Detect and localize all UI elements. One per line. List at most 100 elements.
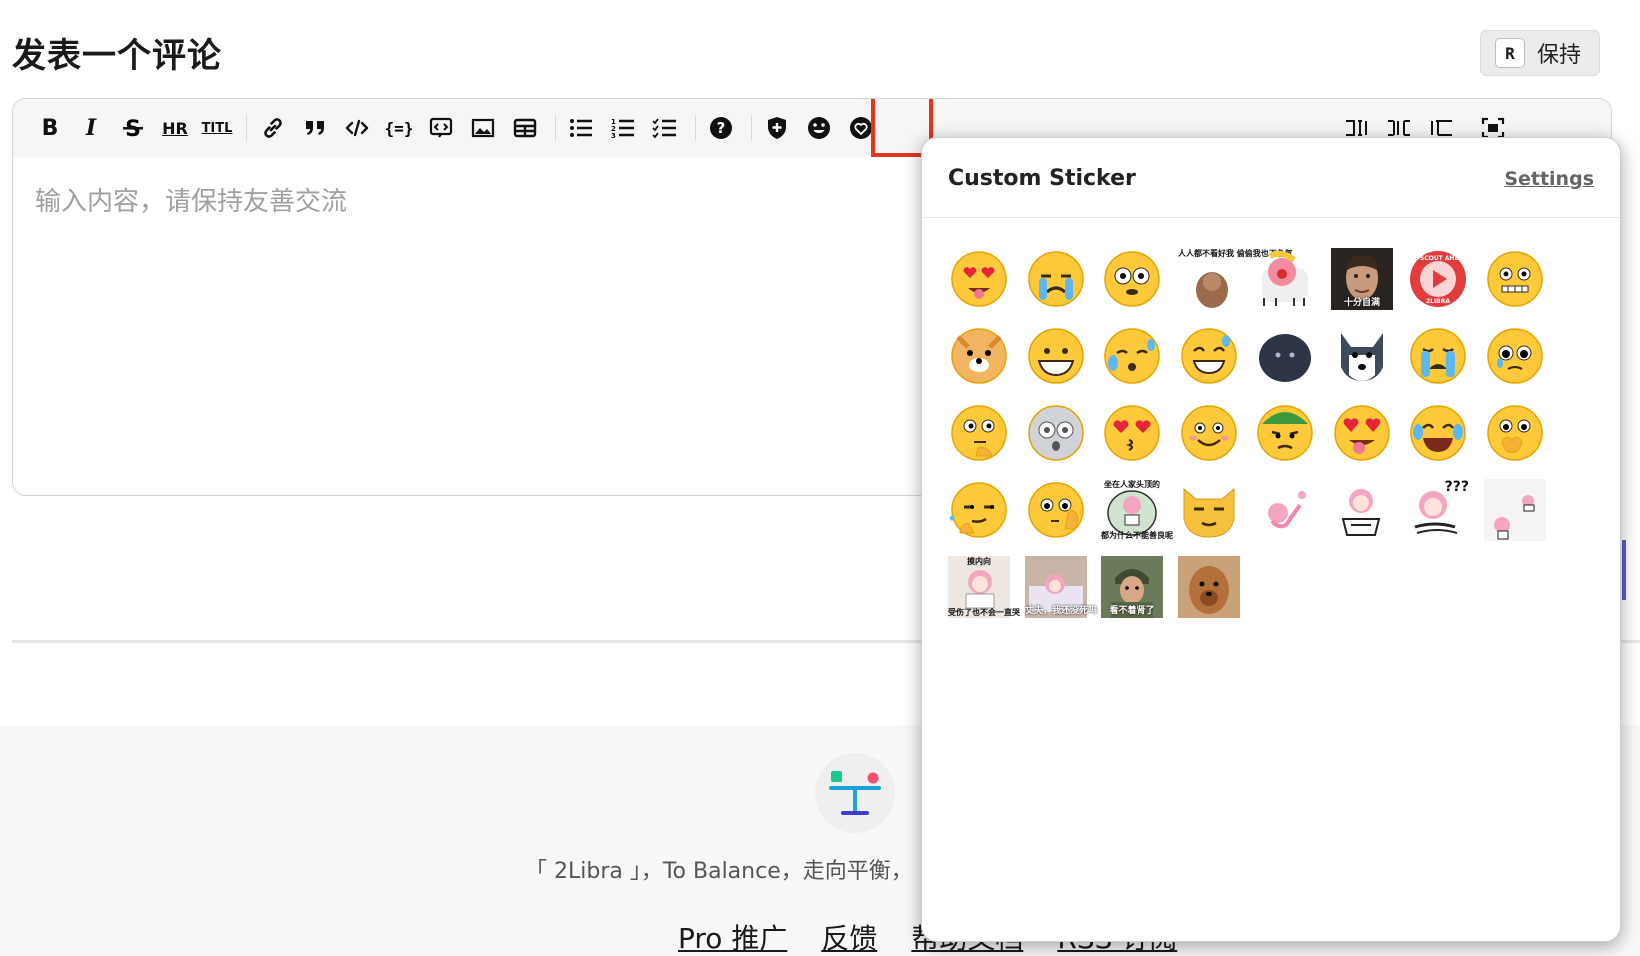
table-button[interactable]	[505, 109, 545, 147]
sticker-sob[interactable]	[1407, 325, 1469, 387]
title-button[interactable]: TITL	[197, 109, 237, 147]
sticker-shocked-eyes[interactable]	[1101, 248, 1163, 310]
help-button[interactable]: ?	[701, 109, 741, 147]
sticker-thinking[interactable]	[948, 402, 1010, 464]
sticker-anime-question[interactable]: ???	[1407, 479, 1469, 541]
sticker-cat-smug[interactable]	[1178, 479, 1240, 541]
sticker-dizzy-gray[interactable]	[1025, 402, 1087, 464]
code-button[interactable]	[337, 109, 377, 147]
sticker-shiba[interactable]	[948, 325, 1010, 387]
sticker-sweat[interactable]	[1101, 325, 1163, 387]
shocked-eyes-icon	[1104, 251, 1160, 307]
balance-logo-icon	[829, 771, 881, 815]
sticker-green-hat[interactable]	[1254, 402, 1316, 464]
image-button[interactable]	[463, 109, 503, 147]
embed-button[interactable]	[421, 109, 461, 147]
sticker-anime-sit[interactable]: 摸内向 受伤了也不会一直哭	[948, 556, 1020, 618]
sticker-clown-cat[interactable]	[1254, 248, 1316, 310]
italic-button[interactable]: I	[71, 109, 111, 147]
sticker-anime-bed[interactable]: 丈夫，我还没死吗	[1025, 556, 1097, 618]
sticker-shy-cover[interactable]	[1484, 402, 1546, 464]
shield-plus-icon	[768, 117, 786, 139]
strikethrough-button[interactable]: S	[113, 109, 153, 147]
thinking-hand-icon	[1028, 482, 1084, 538]
code-block-button[interactable]: {=}	[379, 109, 419, 147]
footer-link-pro[interactable]: Pro 推广	[678, 917, 787, 956]
sticker-anime-read[interactable]	[1331, 479, 1393, 541]
laugh-cry-icon	[1410, 405, 1466, 461]
bold-icon: B	[41, 115, 59, 141]
sticker-caption: 都为什么不能善良呢	[1101, 531, 1173, 540]
husky-icon	[1341, 333, 1383, 381]
keep-button[interactable]: R 保持	[1480, 30, 1601, 76]
sticker-settings-link[interactable]: Settings	[1504, 168, 1594, 190]
sticker-caption: 受伤了也不会一直哭	[948, 608, 1020, 617]
code-block-icon: {=}	[386, 119, 412, 138]
crying-icon	[1028, 251, 1084, 307]
bold-button[interactable]: B	[30, 109, 70, 147]
numbered-list-button[interactable]: 123	[603, 109, 643, 147]
horizontal-rule-button[interactable]: HR	[155, 109, 195, 147]
nervous-smile-icon	[1487, 251, 1543, 307]
sticker-smile-blush[interactable]	[1178, 402, 1240, 464]
emoji-button[interactable]	[799, 109, 839, 147]
sticker-nervous-smile[interactable]	[1484, 248, 1546, 310]
sticker-pleading[interactable]	[1484, 325, 1546, 387]
sticker-anime-dance[interactable]	[1254, 479, 1316, 541]
quote-button[interactable]	[295, 109, 335, 147]
thinking-icon	[951, 405, 1007, 461]
heart-tongue-icon	[1334, 405, 1390, 461]
sticker-dog-photo[interactable]	[1178, 556, 1240, 618]
green-hat-icon	[1257, 405, 1313, 461]
comment-header: 发表一个评论 R 保持	[0, 0, 1640, 90]
sticker-heart-kiss[interactable]	[1101, 402, 1163, 464]
shiba-icon	[951, 328, 1007, 384]
help-icon: ?	[710, 117, 732, 139]
image-icon	[471, 118, 495, 138]
sticker-heart-eyes-tongue[interactable]	[948, 248, 1010, 310]
sticker-caption: 看不着肾了	[1109, 606, 1155, 616]
hr-icon: HR	[162, 118, 188, 138]
smiley-icon	[808, 117, 830, 139]
page-edge-accent	[1622, 540, 1626, 600]
code-icon	[345, 119, 369, 137]
embed-icon	[429, 117, 453, 138]
sticker-laugh-cry[interactable]	[1407, 402, 1469, 464]
sticker-heart-tongue[interactable]	[1331, 402, 1393, 464]
clown-cat-icon	[1262, 250, 1308, 306]
footer-link-feedback[interactable]: 反馈	[821, 917, 877, 956]
anime-peek-icon	[1484, 479, 1546, 541]
sticker-smirk-sparkle[interactable]	[948, 479, 1010, 541]
sticker-grin[interactable]	[1025, 325, 1087, 387]
sticker-anime-meme[interactable]: 坐在人家头顶的 都为什么不能善良呢	[1101, 479, 1173, 541]
sticker-scout-badge[interactable]: GO SCOUT AHEAD 2LIBRA	[1407, 248, 1469, 310]
bullet-list-button[interactable]	[561, 109, 601, 147]
checklist-button[interactable]	[645, 109, 685, 147]
sticker-face-photo[interactable]: 十分自满	[1331, 248, 1393, 310]
dark-ball-icon	[1259, 334, 1311, 382]
sticker-question-marks: ???	[1444, 479, 1469, 495]
smirk-sparkle-icon	[949, 482, 1007, 538]
sticker-thinking-hand[interactable]	[1025, 479, 1087, 541]
dizzy-gray-icon	[1028, 405, 1084, 461]
shield-add-button[interactable]	[757, 109, 797, 147]
toolbar-divider	[695, 115, 696, 141]
sticker-husky[interactable]	[1331, 325, 1393, 387]
checklist-icon	[652, 118, 676, 139]
sticker-anime-peek[interactable]	[1484, 479, 1546, 541]
link-button[interactable]	[253, 109, 293, 147]
anime-dance-icon	[1268, 491, 1306, 529]
keep-label: 保持	[1537, 43, 1582, 68]
svg-text:2LIBRA: 2LIBRA	[1426, 298, 1450, 305]
sticker-soldier[interactable]: 看不着肾了	[1101, 556, 1163, 618]
sticker-dark-ball[interactable]	[1254, 325, 1316, 387]
strikethrough-icon: S	[123, 117, 143, 141]
sticker-grin-sweat[interactable]	[1178, 325, 1240, 387]
sticker-meme-text[interactable]: 人人都不看好我 偷偷我也不争气	[1178, 248, 1293, 310]
heart-kiss-icon	[1104, 405, 1160, 461]
sticker-crying[interactable]	[1025, 248, 1087, 310]
footer-tagline: 「 2Libra 」，To Balance，走向平衡，	[525, 859, 913, 884]
link-icon	[264, 118, 282, 138]
sticker-panel-title: Custom Sticker	[948, 166, 1136, 191]
page-title: 发表一个评论	[12, 36, 222, 76]
